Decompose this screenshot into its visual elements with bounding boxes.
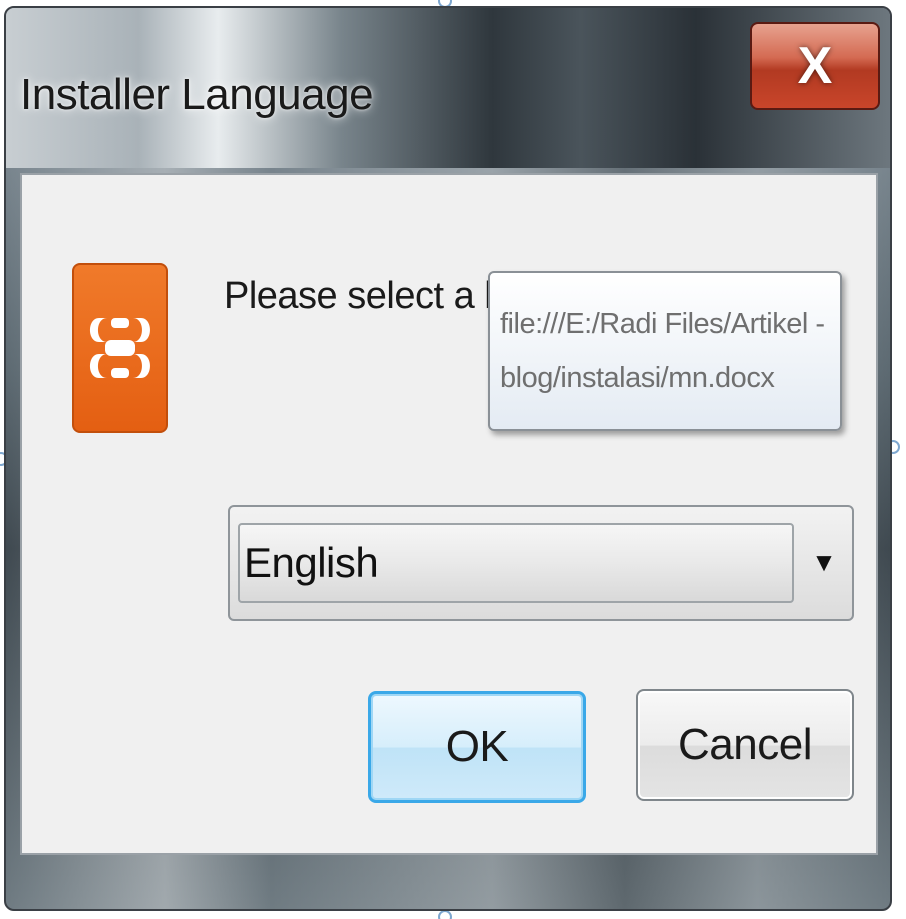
screenshot-stage: Installer Language X Please select a lan — [0, 0, 906, 919]
language-select-face[interactable]: English — [238, 523, 794, 603]
xampp-logo-icon — [72, 263, 168, 433]
tooltip-line-2: blog/instalasi/mn.docx — [500, 362, 775, 394]
dialog-body: Please select a lan file:///E:/Radi File… — [20, 173, 878, 855]
language-select[interactable]: English ▼ — [228, 505, 854, 621]
cancel-button[interactable]: Cancel — [636, 689, 854, 801]
language-select-value: English — [244, 539, 379, 586]
window-title: Installer Language — [20, 70, 374, 119]
xampp-logo-glyph — [90, 318, 150, 378]
installer-language-window: Installer Language X Please select a lan — [4, 6, 892, 911]
close-button[interactable]: X — [750, 22, 880, 110]
resize-handle-bottom[interactable] — [438, 910, 452, 919]
file-path-tooltip: file:///E:/Radi Files/Artikel - blog/ins… — [488, 271, 842, 431]
dropdown-arrow-icon[interactable]: ▼ — [804, 537, 844, 587]
tooltip-line-1: file:///E:/Radi Files/Artikel - — [500, 308, 825, 340]
title-bar[interactable]: Installer Language X — [6, 8, 890, 168]
close-icon: X — [797, 37, 833, 95]
ok-button[interactable]: OK — [368, 691, 586, 803]
